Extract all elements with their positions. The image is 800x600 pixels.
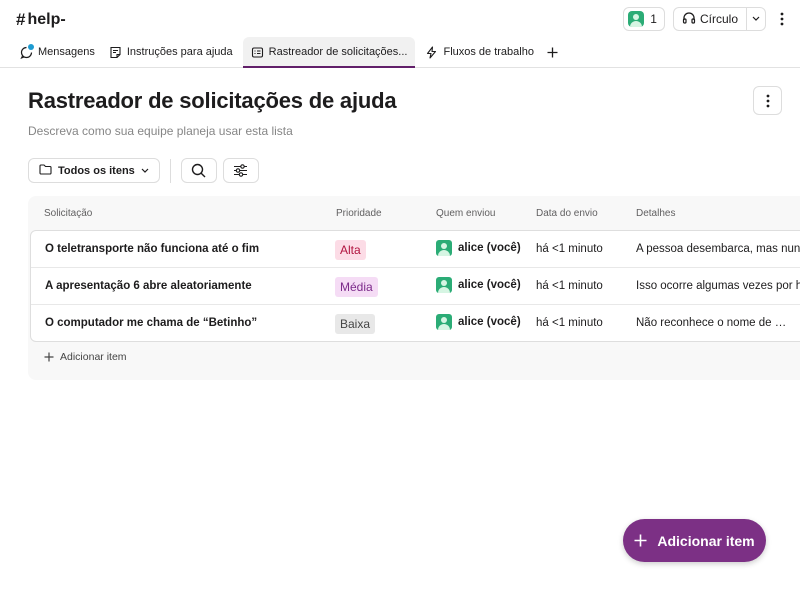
submitter-name: alice (você) xyxy=(458,316,521,328)
add-item-fab[interactable]: Adicionar item xyxy=(623,519,766,562)
member-count: 1 xyxy=(650,12,657,26)
search-button[interactable] xyxy=(180,158,217,183)
table-row[interactable]: O computador me chama de “Betinho” Baixa… xyxy=(31,305,800,341)
view-selector-button[interactable]: Todos os itens xyxy=(28,158,160,183)
canvas-icon xyxy=(109,46,122,59)
filter-button[interactable] xyxy=(222,158,259,183)
message-icon xyxy=(20,43,34,59)
plus-icon xyxy=(634,531,647,551)
details-text[interactable]: Não reconhece o nome de … xyxy=(636,317,800,329)
sliders-icon xyxy=(234,164,248,177)
column-header-prioridade[interactable]: Prioridade xyxy=(336,208,382,219)
table-header: Solicitação Prioridade Quem enviou Data … xyxy=(28,196,800,230)
submitter[interactable]: alice (você) xyxy=(436,314,521,330)
tab-label: Fluxos de trabalho xyxy=(443,46,534,58)
submitter[interactable]: alice (você) xyxy=(436,240,521,256)
tab-label: Mensagens xyxy=(38,46,95,58)
list-more-button[interactable] xyxy=(753,86,782,115)
request-title[interactable]: O teletransporte não funciona até o fim xyxy=(45,243,259,255)
user-avatar-icon xyxy=(436,314,452,330)
huddle-button[interactable]: Círculo xyxy=(674,8,747,30)
members-button[interactable]: 1 xyxy=(623,7,665,31)
channel-header: # help- 1 Círculo xyxy=(0,0,800,38)
list-toolbar: Todos os itens xyxy=(28,158,265,183)
user-avatar-icon xyxy=(436,240,452,256)
channel-name-label: help- xyxy=(27,11,66,28)
plus-icon xyxy=(44,352,54,362)
column-header-detalhes[interactable]: Detalhes xyxy=(636,208,675,219)
huddle-label: Círculo xyxy=(699,12,738,26)
huddle-options-button[interactable] xyxy=(747,8,765,30)
submit-date: há <1 minuto xyxy=(536,280,603,292)
toolbar-divider xyxy=(169,158,171,183)
page-description[interactable]: Descreva como sua equipe planeja usar es… xyxy=(28,124,293,138)
add-tab-button[interactable] xyxy=(544,37,562,67)
more-vertical-icon xyxy=(766,94,769,107)
priority-chip[interactable]: Média xyxy=(335,277,378,297)
table-row[interactable]: O teletransporte não funciona até o fim … xyxy=(31,231,800,268)
request-title[interactable]: A apresentação 6 abre aleatoriamente xyxy=(45,280,252,292)
tab-mensagens[interactable]: Mensagens xyxy=(16,37,99,67)
submitter-name: alice (você) xyxy=(458,242,521,254)
folder-icon xyxy=(39,163,52,178)
priority-chip[interactable]: Alta xyxy=(335,240,366,260)
chevron-down-icon xyxy=(752,16,760,21)
plus-icon xyxy=(547,47,558,57)
hash-icon: # xyxy=(16,10,26,29)
list-icon xyxy=(251,46,264,59)
column-header-quem-enviou[interactable]: Quem enviou xyxy=(436,208,495,219)
view-selector-label: Todos os itens xyxy=(58,164,135,177)
priority-chip[interactable]: Baixa xyxy=(335,314,376,334)
add-item-row-button[interactable]: Adicionar item xyxy=(44,351,127,363)
details-text[interactable]: A pessoa desembarca, mas nunc xyxy=(636,243,800,255)
table-body: O teletransporte não funciona até o fim … xyxy=(30,230,800,342)
lightning-icon xyxy=(425,45,438,59)
tab-label: Instruções para ajuda xyxy=(126,46,233,58)
user-avatar-icon xyxy=(436,277,452,293)
unread-dot xyxy=(28,43,34,50)
search-icon xyxy=(192,163,206,178)
huddle-control: Círculo xyxy=(672,7,766,31)
channel-tabs: Mensagens Instruções para ajuda Rastread… xyxy=(0,37,800,68)
fab-label: Adicionar item xyxy=(657,532,755,549)
details-text[interactable]: Isso ocorre algumas vezes por ho xyxy=(636,280,800,292)
tab-fluxos[interactable]: Fluxos de trabalho xyxy=(421,37,538,67)
submitter[interactable]: alice (você) xyxy=(436,277,521,293)
chevron-down-icon xyxy=(141,168,149,173)
channel-name[interactable]: # help- xyxy=(16,10,66,30)
tab-rastreador[interactable]: Rastreador de solicitações... xyxy=(242,37,416,68)
tab-label: Rastreador de solicitações... xyxy=(268,46,408,58)
submit-date: há <1 minuto xyxy=(536,317,603,329)
headphones-icon xyxy=(682,11,696,28)
member-avatar-icon xyxy=(628,11,645,27)
submit-date: há <1 minuto xyxy=(536,243,603,255)
table-row[interactable]: A apresentação 6 abre aleatoriamente Méd… xyxy=(31,268,800,305)
more-vertical-icon xyxy=(780,12,784,26)
page-title: Rastreador de solicitações de ajuda xyxy=(28,88,397,113)
add-item-label: Adicionar item xyxy=(60,351,127,363)
column-header-data[interactable]: Data do envio xyxy=(536,208,598,219)
channel-more-button[interactable] xyxy=(774,7,790,31)
list-table: Solicitação Prioridade Quem enviou Data … xyxy=(28,196,800,380)
submitter-name: alice (você) xyxy=(458,279,521,291)
request-title[interactable]: O computador me chama de “Betinho” xyxy=(45,317,257,329)
tab-instrucoes[interactable]: Instruções para ajuda xyxy=(105,37,237,67)
column-header-solicitacao[interactable]: Solicitação xyxy=(44,208,92,219)
